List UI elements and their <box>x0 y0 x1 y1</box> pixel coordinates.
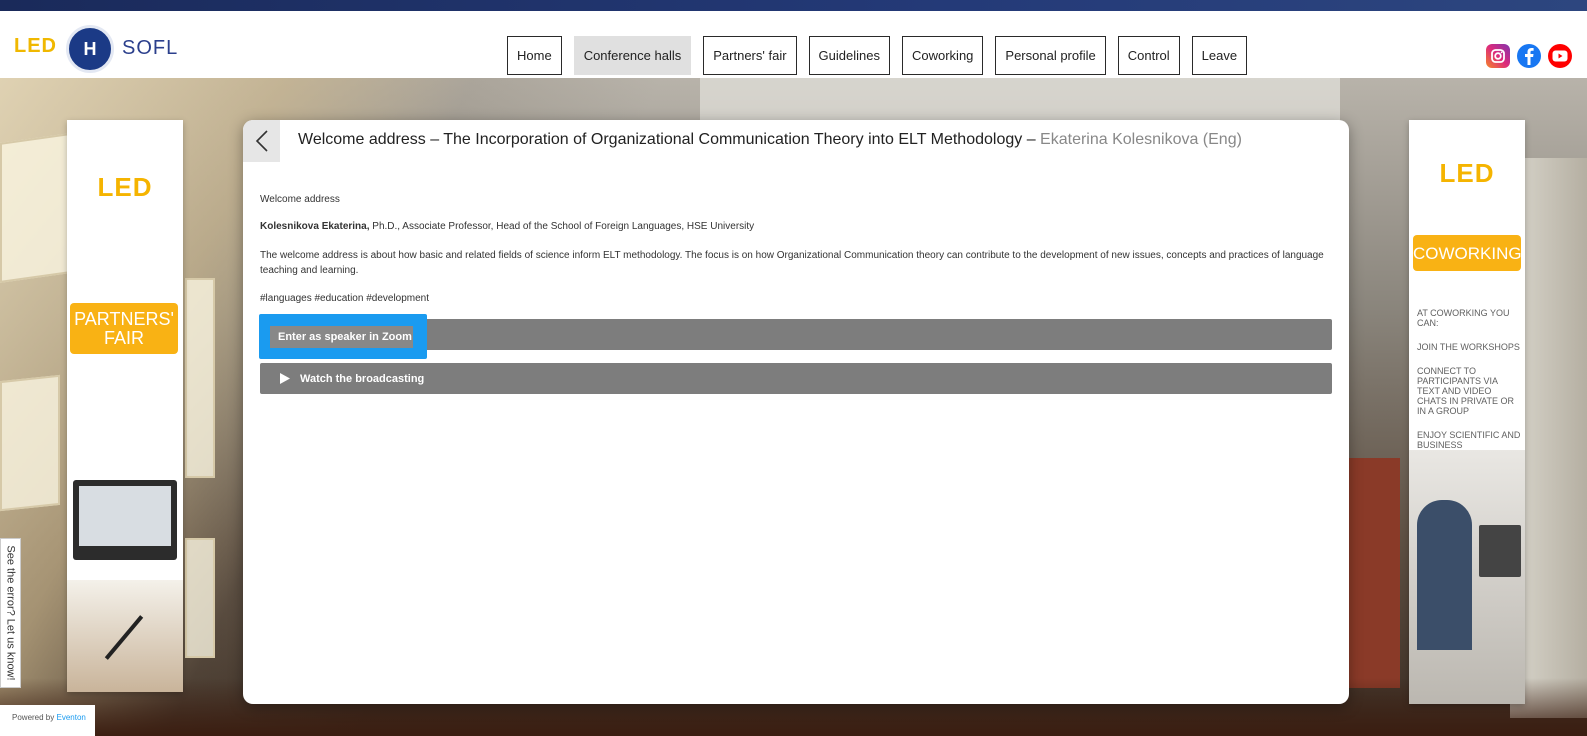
feedback-label: See the error? Let us know! <box>4 545 17 681</box>
powered-prefix: Powered by <box>12 713 55 722</box>
session-modal: Welcome address – The Incorporation of O… <box>243 120 1349 704</box>
nav-control-button[interactable]: Control <box>1117 36 1180 75</box>
feedback-tab[interactable]: See the error? Let us know! <box>0 538 21 688</box>
powered-brand-link[interactable]: Eventon <box>56 713 85 722</box>
sofl-logo[interactable]: SOFL <box>122 37 178 60</box>
nav-partners-fair-button[interactable]: Partners' fair <box>703 36 797 75</box>
main-nav: Home Conference halls Partners' fair Guidel… <box>507 36 1248 76</box>
facebook-icon[interactable] <box>1517 44 1541 68</box>
bg-window <box>0 133 70 283</box>
nav-coworking-button[interactable]: Coworking <box>901 36 984 75</box>
play-icon <box>280 373 290 384</box>
coworking-info-line: JOIN THE WORKSHOPS <box>1417 342 1520 352</box>
coworking-info-line: CONNECT TO PARTICIPANTS VIA TEXT AND VID… <box>1417 366 1515 416</box>
laptop-illustration <box>73 480 177 560</box>
notebook-illustration <box>67 580 183 692</box>
right-banner-led-logo: LED <box>1439 158 1495 188</box>
coworking-button[interactable]: COWORKING <box>1413 235 1522 271</box>
speaker-name: Kolesnikova Ekaterina, <box>260 221 370 232</box>
speaker-line: Kolesnikova Ekaterina, Ph.D., Associate … <box>260 219 754 234</box>
led-logo[interactable]: LED <box>14 35 57 58</box>
bg-brick-wall <box>1340 458 1400 688</box>
session-title-main: Welcome address – The Incorporation of O… <box>298 131 1036 148</box>
partners-fair-button[interactable]: PARTNERS' FAIR <box>70 303 178 354</box>
bg-window <box>185 278 215 478</box>
watch-broadcast-label: Watch the broadcasting <box>300 372 425 385</box>
nav-leave-button[interactable]: Leave <box>1191 36 1248 75</box>
powered-by: Powered by Eventon <box>0 705 95 736</box>
session-tags: #languages #education #development <box>260 293 430 304</box>
left-banner-led-logo: LED <box>97 172 153 202</box>
nav-conference-halls-button[interactable]: Conference halls <box>573 36 692 75</box>
nav-home-button[interactable]: Home <box>507 36 562 75</box>
hse-logo[interactable]: Н <box>66 25 114 73</box>
bg-window <box>185 538 215 658</box>
site-header: LED Н SOFL Home Conference halls Partners'… <box>0 11 1587 78</box>
hse-logo-letter: Н <box>83 38 97 59</box>
nav-personal-profile-button[interactable]: Personal profile <box>995 36 1106 75</box>
section-label: Welcome address <box>260 194 340 205</box>
left-banner: LED PARTNERS' FAIR <box>67 120 183 692</box>
session-title-speaker: Ekaterina Kolesnikova (Eng) <box>1040 131 1242 148</box>
back-button[interactable] <box>243 120 280 162</box>
youtube-icon[interactable] <box>1548 44 1572 68</box>
chevron-left-icon <box>255 130 268 152</box>
top-stripe <box>0 0 1587 11</box>
instagram-icon[interactable] <box>1486 44 1510 68</box>
enter-zoom-button[interactable]: Enter as speaker in Zoom <box>270 326 413 348</box>
speaker-info: Ph.D., Associate Professor, Head of the … <box>372 221 755 232</box>
nav-guidelines-button[interactable]: Guidelines <box>808 36 890 75</box>
session-title: Welcome address – The Incorporation of O… <box>298 131 1242 149</box>
session-description: The welcome address is about how basic a… <box>260 250 1324 276</box>
watch-broadcast-button[interactable]: Watch the broadcasting <box>260 363 1332 394</box>
person-laptop-illustration <box>1409 450 1525 704</box>
coworking-info-line: AT COWORKING YOU CAN: <box>1417 308 1510 328</box>
right-banner: LED COWORKING AT COWORKING YOU CAN: JOIN … <box>1409 120 1525 704</box>
bg-window <box>0 374 60 512</box>
